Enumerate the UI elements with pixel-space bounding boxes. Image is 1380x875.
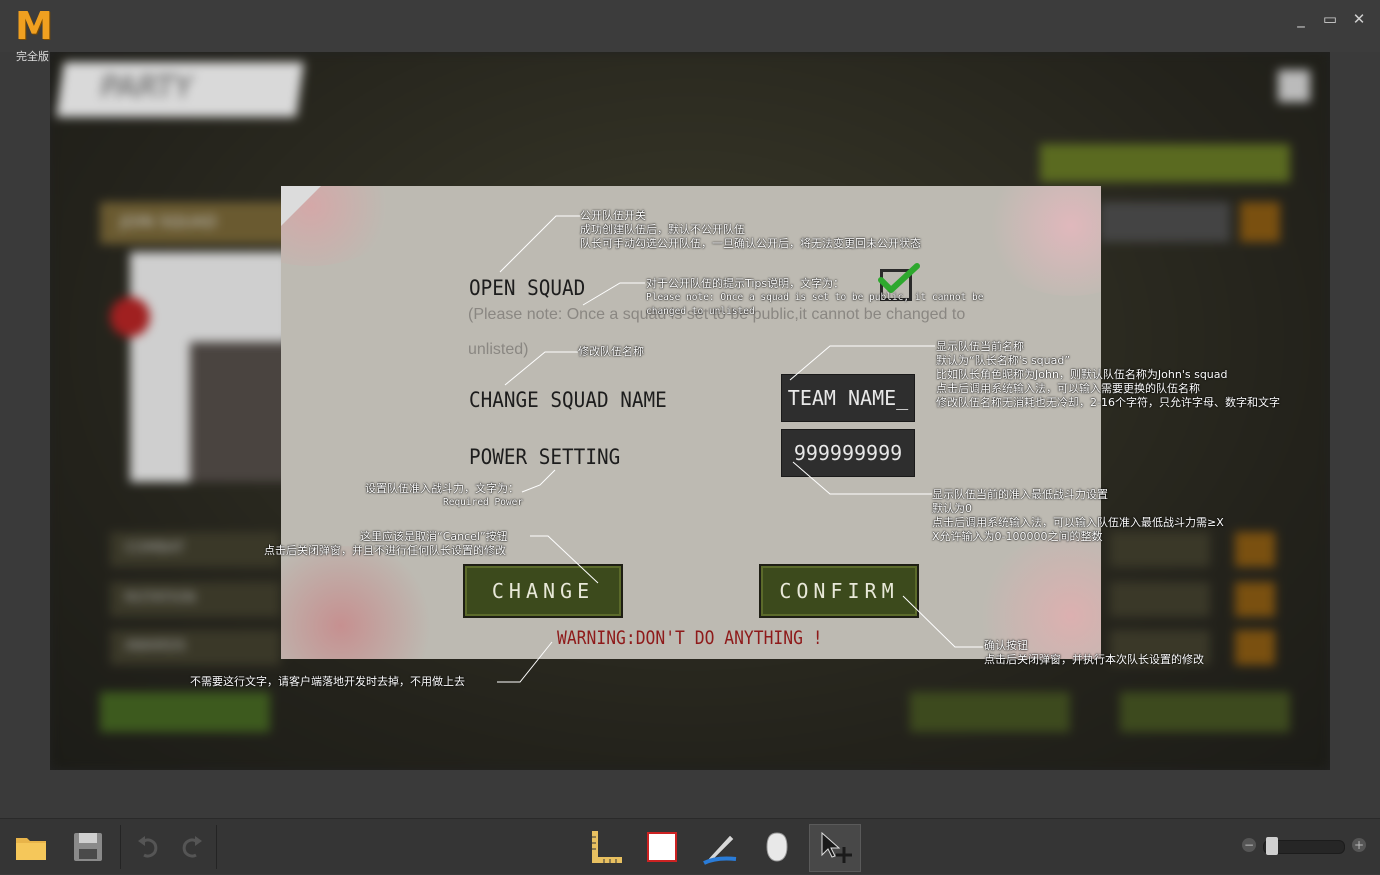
redo-icon[interactable] [172, 829, 208, 865]
change-button[interactable]: CHANGE [463, 564, 623, 618]
bottom-toolbar: − + [0, 818, 1380, 874]
annotation-warning: 不需要这行文字，请客户端落地开发时去掉，不用做上去 [190, 675, 465, 688]
annotation-power-setting: 设置队伍准入战斗力，文字为： Required Power [365, 482, 524, 508]
background-row-right-icon [1235, 532, 1275, 567]
save-icon[interactable] [70, 829, 106, 865]
background-bottom-button [910, 692, 1070, 732]
move-arrow-icon [821, 831, 852, 863]
background-row: ROTATION [110, 582, 280, 617]
background-bottom-button [100, 692, 270, 732]
background-title: PARTY [97, 70, 195, 105]
squad-settings-dialog: OPEN SQUAD (Please note: Once a squad is… [281, 186, 1101, 659]
move-tool-button[interactable] [809, 824, 861, 872]
open-squad-note-line2: unlisted) [468, 341, 529, 358]
annotation-change-button-2: 点击后关闭弹窗，并且不进行任何队长设置的修改 [264, 544, 506, 557]
ruler-icon[interactable] [588, 829, 624, 865]
paint-stain [281, 546, 441, 659]
toolbar-separator [120, 825, 121, 869]
background-row-right-icon [1235, 582, 1275, 617]
zoom-out-icon[interactable]: − [1242, 838, 1256, 852]
annotation-change-name: 修改队伍名称 [578, 345, 644, 358]
annotation-change-button-1: 这里应该是取消“Cancel”按钮 [360, 530, 508, 543]
annotation-power-value: 显示队伍当前的准入最低战斗力设置 默认为0 点击后调用系统输入法，可以输入队伍准… [932, 488, 1224, 543]
close-button[interactable]: ✕ [1348, 8, 1370, 30]
open-folder-icon[interactable] [13, 829, 49, 865]
background-row-right-icon [1235, 630, 1275, 665]
annotation-open-squad: 公开队伍开关 成功创建队伍后，默认不公开队伍 队长可手动勾选公开队伍，一旦确认公… [580, 209, 921, 250]
background-tab: JOIN SQUAD [100, 202, 300, 244]
confirm-button[interactable]: CONFIRM [759, 564, 919, 618]
annotation-confirm-button: 确认按钮 点击后关闭弹窗，并执行本次队长设置的修改 [984, 639, 1204, 666]
annotation-tips: 对于公开队伍的提示Tips说明，文字为： Please note: Once a… [646, 277, 984, 317]
change-squad-name-label: CHANGE SQUAD NAME [469, 388, 667, 412]
power-value-input[interactable]: 999999999 [781, 429, 915, 477]
annotation-team-name: 显示队伍当前名称 默认为“队长名称's squad” 比如队长角色昵称为John… [936, 340, 1280, 409]
background-title-panel: PARTY [56, 62, 304, 117]
background-row: COMBAT [110, 532, 280, 567]
paint-stain [981, 186, 1101, 296]
background-slot [1100, 202, 1230, 242]
background-green-button [1040, 144, 1290, 182]
background-bottom-button [1120, 692, 1290, 732]
title-bar: M 完全版 _ ▭ ✕ [0, 0, 1380, 63]
zoom-in-icon[interactable]: + [1352, 838, 1366, 852]
background-portrait [190, 342, 290, 482]
app-edition-label: 完全版 [16, 50, 49, 63]
maximize-button[interactable]: ▭ [1319, 8, 1341, 30]
background-row: AWARDS [110, 630, 280, 665]
zoom-slider-thumb[interactable] [1266, 837, 1278, 855]
background-slot-icon [1240, 202, 1280, 242]
power-setting-label: POWER SETTING [469, 445, 621, 469]
background-close [1278, 70, 1310, 102]
logo-letter: M [15, 4, 53, 48]
background-row-right [1110, 582, 1210, 617]
undo-icon[interactable] [132, 829, 168, 865]
page-curl [281, 186, 321, 226]
app-logo: M [12, 6, 60, 48]
background-red-badge [110, 297, 150, 337]
pen-icon[interactable] [702, 829, 738, 865]
minimize-button[interactable]: _ [1290, 8, 1312, 30]
team-name-input[interactable]: TEAM NAME_ [781, 374, 915, 422]
toolbar-separator [216, 825, 217, 869]
open-squad-label: OPEN SQUAD [469, 276, 586, 300]
warning-text: WARNING:DON'T DO ANYTHING ! [557, 627, 823, 649]
mouse-icon[interactable] [759, 829, 795, 865]
rectangle-icon[interactable] [645, 829, 681, 865]
